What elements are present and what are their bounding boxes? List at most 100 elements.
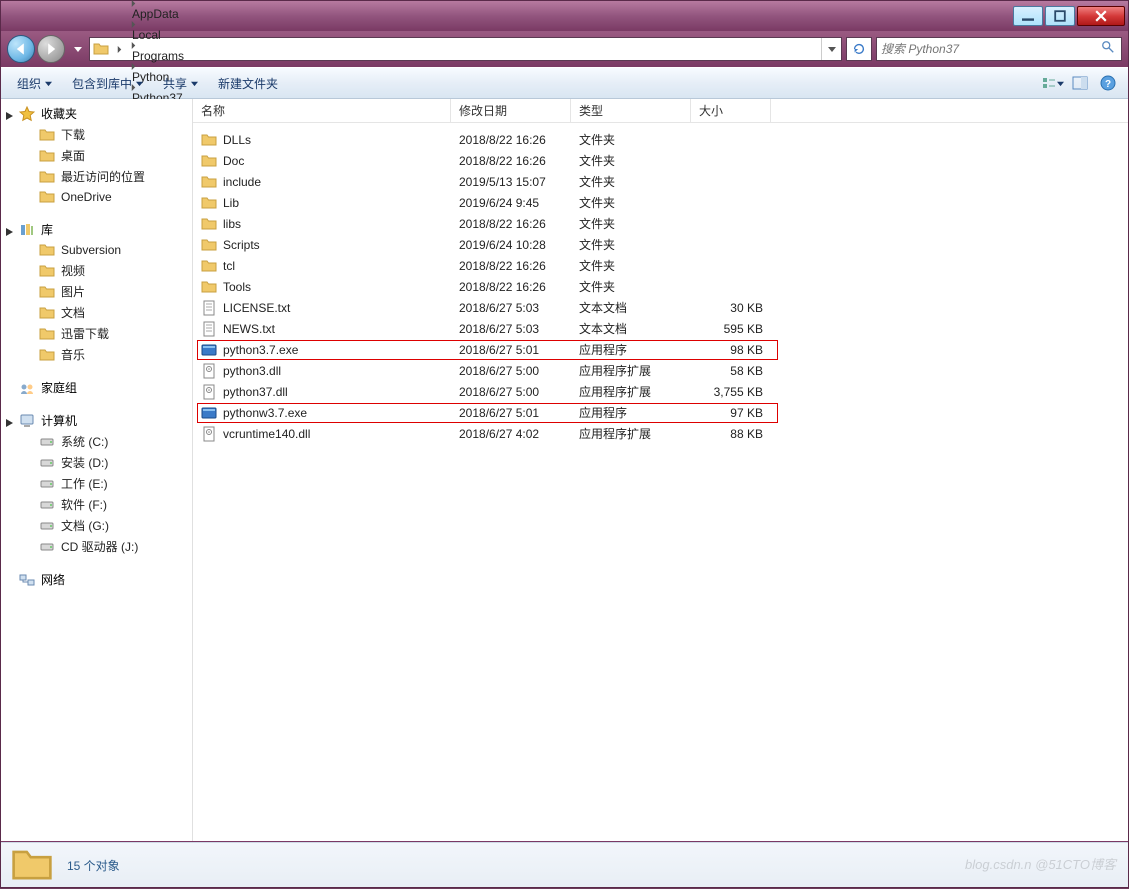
libraries-label: 库 (41, 221, 53, 238)
sidebar-item-label: 图片 (61, 283, 85, 300)
sidebar-network-header[interactable]: 网络 (1, 569, 192, 590)
include-in-library-button[interactable]: 包含到库中 (64, 72, 151, 95)
search-box[interactable] (876, 37, 1122, 61)
share-button[interactable]: 共享 (155, 72, 206, 95)
file-row[interactable]: Tools2018/8/22 16:26文件夹 (193, 276, 1128, 297)
sidebar-item[interactable]: 迅雷下载 (1, 323, 192, 344)
file-row[interactable]: libs2018/8/22 16:26文件夹 (193, 213, 1128, 234)
address-bar[interactable]: AdministratorAppDataLocalProgramsPythonP… (89, 37, 842, 61)
file-size: 595 KB (691, 322, 771, 336)
sidebar-item-label: 最近访问的位置 (61, 168, 145, 185)
txt-icon (201, 300, 217, 316)
sidebar-item-label: 视频 (61, 262, 85, 279)
column-name[interactable]: 名称 (193, 99, 451, 122)
drive-icon (39, 476, 55, 492)
library-icon (19, 222, 35, 238)
file-row[interactable]: python37.dll2018/6/27 5:00应用程序扩展3,755 KB (193, 381, 1128, 402)
dll-icon (201, 363, 217, 379)
file-row[interactable]: python3.dll2018/6/27 5:00应用程序扩展58 KB (193, 360, 1128, 381)
file-row[interactable]: vcruntime140.dll2018/6/27 4:02应用程序扩展88 K… (193, 423, 1128, 444)
refresh-button[interactable] (846, 37, 872, 61)
minimize-button[interactable] (1013, 6, 1043, 26)
maximize-button[interactable] (1045, 6, 1075, 26)
search-input[interactable] (881, 42, 1101, 56)
close-button[interactable] (1077, 6, 1125, 26)
toolbar: 组织 包含到库中 共享 新建文件夹 (1, 67, 1128, 99)
organize-button[interactable]: 组织 (9, 72, 60, 95)
folder-icon (90, 41, 112, 57)
file-row[interactable]: NEWS.txt2018/6/27 5:03文本文档595 KB (193, 318, 1128, 339)
chevron-right-icon[interactable] (126, 42, 140, 49)
folder-icon (39, 127, 55, 143)
sidebar-item[interactable]: 下载 (1, 124, 192, 145)
file-date: 2018/6/27 5:01 (451, 343, 571, 357)
sidebar-item[interactable]: Subversion (1, 240, 192, 260)
sidebar-libraries-header[interactable]: 库 (1, 219, 192, 240)
file-date: 2019/5/13 15:07 (451, 175, 571, 189)
file-row[interactable]: LICENSE.txt2018/6/27 5:03文本文档30 KB (193, 297, 1128, 318)
chevron-right-icon[interactable] (126, 21, 140, 28)
file-type: 应用程序扩展 (571, 383, 691, 400)
help-button[interactable] (1096, 71, 1120, 95)
chevron-right-icon[interactable] (126, 0, 140, 7)
file-type: 文件夹 (571, 236, 691, 253)
sidebar-item[interactable]: CD 驱动器 (J:) (1, 536, 192, 557)
chevron-right-icon[interactable] (126, 63, 140, 70)
network-label: 网络 (41, 571, 65, 588)
address-dropdown[interactable] (821, 38, 841, 60)
folder-icon (201, 258, 217, 274)
column-type[interactable]: 类型 (571, 99, 691, 122)
file-row[interactable]: Lib2019/6/24 9:45文件夹 (193, 192, 1128, 213)
include-label: 包含到库中 (72, 75, 132, 92)
breadcrumb-segment[interactable]: Local (126, 28, 209, 42)
star-icon (19, 106, 35, 122)
sidebar-item-label: OneDrive (61, 190, 112, 204)
file-name: pythonw3.7.exe (223, 406, 307, 420)
file-name: Tools (223, 280, 251, 294)
file-name: NEWS.txt (223, 322, 275, 336)
view-options-button[interactable] (1040, 71, 1064, 95)
sidebar-item[interactable]: 图片 (1, 281, 192, 302)
sidebar-item[interactable]: 最近访问的位置 (1, 166, 192, 187)
sidebar-item-label: CD 驱动器 (J:) (61, 538, 138, 555)
sidebar-item[interactable]: 文档 (1, 302, 192, 323)
file-name: python3.7.exe (223, 343, 298, 357)
sidebar-favorites-header[interactable]: 收藏夹 (1, 103, 192, 124)
sidebar-item[interactable]: 工作 (E:) (1, 473, 192, 494)
sidebar-computer-header[interactable]: 计算机 (1, 410, 192, 431)
back-button[interactable] (7, 35, 35, 63)
breadcrumb-segment[interactable]: Programs (126, 49, 209, 63)
main-split: 收藏夹 下载桌面最近访问的位置 OneDrive 库 Subversion 视频图片… (1, 99, 1128, 842)
sidebar-item[interactable]: 软件 (F:) (1, 494, 192, 515)
file-type: 应用程序 (571, 341, 691, 358)
file-type: 文件夹 (571, 131, 691, 148)
breadcrumb-segment[interactable]: AppData (126, 7, 209, 21)
sidebar-item[interactable]: OneDrive (1, 187, 192, 207)
file-date: 2018/6/27 5:03 (451, 301, 571, 315)
file-row[interactable]: Scripts2019/6/24 10:28文件夹 (193, 234, 1128, 255)
preview-pane-button[interactable] (1068, 71, 1092, 95)
sidebar-item[interactable]: 视频 (1, 260, 192, 281)
new-folder-label: 新建文件夹 (218, 75, 278, 92)
new-folder-button[interactable]: 新建文件夹 (210, 72, 286, 95)
sidebar-homegroup-header[interactable]: 家庭组 (1, 377, 192, 398)
file-row[interactable]: pythonw3.7.exe2018/6/27 5:01应用程序97 KB (193, 402, 1128, 423)
sidebar-item[interactable]: 文档 (G:) (1, 515, 192, 536)
nav-history-dropdown[interactable] (71, 39, 85, 59)
folder-icon (39, 263, 55, 279)
file-row[interactable]: include2019/5/13 15:07文件夹 (193, 171, 1128, 192)
sidebar-item[interactable]: 桌面 (1, 145, 192, 166)
forward-button[interactable] (37, 35, 65, 63)
file-row[interactable]: Doc2018/8/22 16:26文件夹 (193, 150, 1128, 171)
column-date[interactable]: 修改日期 (451, 99, 571, 122)
file-row[interactable]: DLLs2018/8/22 16:26文件夹 (193, 129, 1128, 150)
sidebar-item[interactable]: 安装 (D:) (1, 452, 192, 473)
sidebar-item[interactable]: 音乐 (1, 344, 192, 365)
column-size[interactable]: 大小 (691, 99, 771, 122)
file-name: Doc (223, 154, 244, 168)
file-row[interactable]: python3.7.exe2018/6/27 5:01应用程序98 KB (193, 339, 1128, 360)
folder-icon (201, 153, 217, 169)
sidebar-item[interactable]: 系统 (C:) (1, 431, 192, 452)
chevron-right-icon[interactable] (112, 46, 126, 53)
file-row[interactable]: tcl2018/8/22 16:26文件夹 (193, 255, 1128, 276)
